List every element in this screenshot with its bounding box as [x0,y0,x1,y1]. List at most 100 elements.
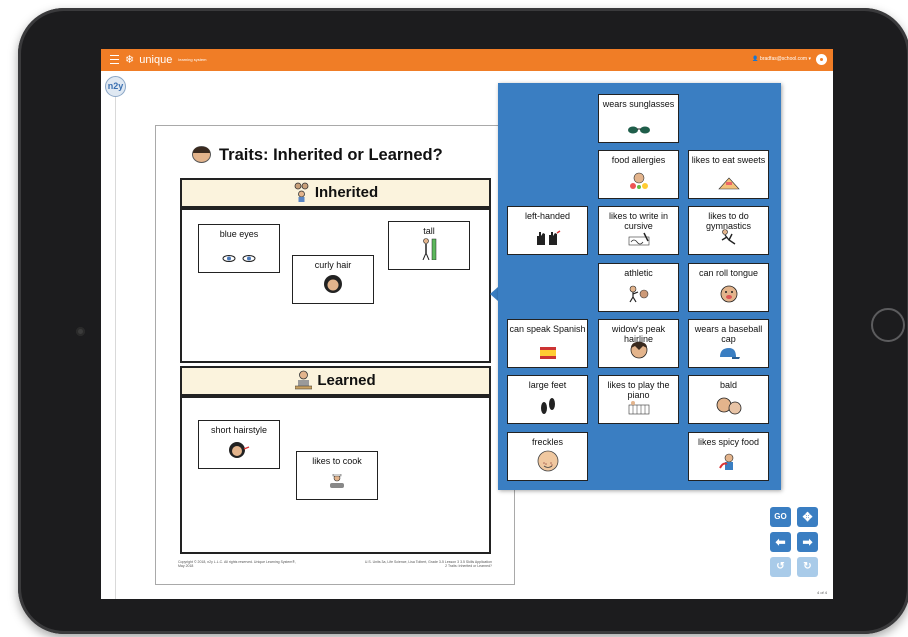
curly-hair-icon [323,274,343,296]
choice-widows-peak-hairline[interactable]: widow's peak hairline [598,319,679,368]
zoom-go-label: GO [774,512,787,521]
card-label: likes to cook [312,456,362,466]
face-icon [192,146,211,163]
learned-dropzone[interactable]: short hairstyle likes to cook [180,396,491,554]
choice-wears-sunglasses[interactable]: wears sunglasses [598,94,679,143]
eyes-icon [222,254,256,265]
snowflake-icon: ❄ [125,54,135,66]
arrow-right-icon[interactable]: ➡ [797,532,818,552]
footprints-icon [539,397,557,417]
card-label: likes to eat sweets [691,155,766,165]
card-label: likes spicy food [697,437,760,447]
card-label: wears sunglasses [602,99,675,109]
choice-food-allergies[interactable]: food allergies [598,150,679,199]
app-logo: ❄ unique learning system [125,52,206,68]
arrow-left-icon[interactable]: ⬅ [770,532,791,552]
footer-lesson-info: U.S. Units 3a, Life Science, Lisa Tolber… [364,560,492,568]
divider [115,97,116,599]
inherited-header: Inherited [180,178,491,208]
allergy-icon [629,172,649,192]
page-indicator: 4 of 4 [816,590,827,595]
baseball-cap-icon [718,347,740,361]
athlete-icon [627,285,651,305]
worksheet-title-row: Traits: Inherited or Learned? [192,146,443,165]
card-label: can roll tongue [698,268,759,278]
card-label: freckles [531,437,563,447]
choice-left-handed[interactable]: left-handed [507,206,588,255]
card-tall[interactable]: tall [388,221,470,270]
card-likes-to-cook[interactable]: likes to cook [296,451,378,500]
choice-can-roll-tongue[interactable]: can roll tongue [688,263,769,312]
choice-freckles[interactable]: freckles [507,432,588,481]
inherited-label: Inherited [314,184,379,201]
redo-icon[interactable]: ↻ [797,557,818,577]
card-label: tall [423,226,435,236]
hamburger-menu-icon[interactable] [110,55,119,64]
top-bar: ❄ unique learning system 👤 bradfas@schoo… [101,49,833,71]
choice-likes-to-play-the-piano[interactable]: likes to play the piano [598,375,679,424]
ub-logo-badge[interactable]: n2y [105,76,126,97]
learned-header: Learned [180,366,491,396]
cooking-icon [327,473,347,492]
card-label: likes to play the piano [607,380,670,400]
panel-pointer [490,287,498,301]
user-email: bradfas@school.com [760,56,808,62]
tall-person-icon [421,238,437,262]
chevron-down-icon: ▾ [808,56,811,62]
choice-can-speak-spanish[interactable]: can speak Spanish [507,319,588,368]
family-icon [293,182,310,202]
widows-peak-icon [630,341,648,361]
card-label: bald [719,380,737,390]
move-arrows-icon[interactable]: ✥ [797,507,818,527]
user-icon: 👤 [752,56,761,62]
home-button[interactable] [871,308,905,342]
inherited-dropzone[interactable]: blue eyes tall curly hair [180,208,491,363]
card-label: wears a baseball cap [694,324,763,344]
short-hair-icon [228,441,250,461]
spanish-flag-icon [539,347,556,361]
choice-athletic[interactable]: athletic [598,263,679,312]
card-blue-eyes[interactable]: blue eyes [198,224,280,273]
camera-icon [76,327,85,336]
worksheet: Traits: Inherited or Learned? Inherited … [155,125,515,585]
choice-likes-spicy-food[interactable]: likes spicy food [688,432,769,481]
card-short-hairstyle[interactable]: short hairstyle [198,420,280,469]
choice-likes-to-eat-sweets[interactable]: likes to eat sweets [688,150,769,199]
piano-icon [628,401,650,417]
card-curly-hair[interactable]: curly hair [292,255,374,304]
choice-likes-to-write-in-cursive[interactable]: likes to write in cursive [598,206,679,255]
sunglasses-icon [627,126,651,136]
writing-icon [628,232,650,248]
card-label: likes to write in cursive [608,211,669,231]
choice-large-feet[interactable]: large feet [507,375,588,424]
learner-icon [295,370,313,390]
card-label: blue eyes [219,229,259,239]
card-label: short hairstyle [210,425,268,435]
gymnast-icon [719,228,739,248]
choices-panel: wears sunglasses food allergies likes to… [498,83,781,490]
user-menu[interactable]: 👤 bradfas@school.com ▾ [752,55,811,64]
tongue-icon [720,285,738,305]
spicy-food-icon [718,452,739,474]
zoom-go-button[interactable]: GO [770,507,791,527]
account-icon[interactable] [816,54,827,65]
bald-head-icon [716,397,742,417]
choice-wears-a-baseball-cap[interactable]: wears a baseball cap [688,319,769,368]
sweets-icon [717,176,740,192]
choice-likes-to-do-gymnastics[interactable]: likes to do gymnastics [688,206,769,255]
learned-label: Learned [317,372,376,389]
card-label: can speak Spanish [509,324,586,334]
card-label: athletic [624,268,653,278]
card-label: left-handed [524,211,571,221]
worksheet-title: Traits: Inherited or Learned? [219,146,443,164]
undo-icon[interactable]: ↺ [770,557,791,577]
freckles-face-icon [537,450,559,474]
card-label: curly hair [314,260,352,270]
choice-bald[interactable]: bald [688,375,769,424]
footer-copyright: Copyright © 2018, n2y L.L.C. All rights … [178,560,296,568]
app-subtitle: learning system [178,57,207,63]
hands-icon [535,230,561,248]
card-label: large feet [528,380,567,390]
card-label: food allergies [611,155,666,165]
app-name: unique [139,54,173,66]
